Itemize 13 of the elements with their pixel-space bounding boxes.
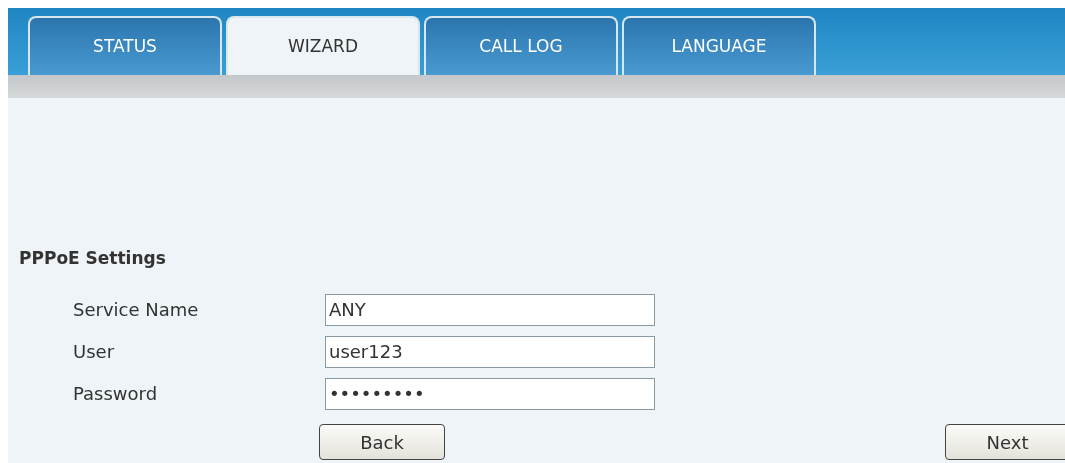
tab[interactable]: LANGUAGE (622, 16, 816, 75)
tab[interactable]: WIZARD (226, 16, 420, 75)
input-field[interactable]: ••••••••• (325, 378, 655, 410)
section-title: PPPoE Settings (19, 248, 166, 268)
input-field[interactable]: ANY (325, 294, 655, 326)
tab[interactable]: STATUS (28, 16, 222, 75)
tab[interactable]: CALL LOG (424, 16, 618, 75)
input-field[interactable]: user123 (325, 336, 655, 368)
field-label: Service Name (73, 298, 199, 322)
back-button[interactable]: Back (319, 424, 445, 460)
field-label: User (73, 340, 115, 364)
next-button[interactable]: Next (945, 424, 1065, 460)
field-label: Password (73, 382, 158, 406)
